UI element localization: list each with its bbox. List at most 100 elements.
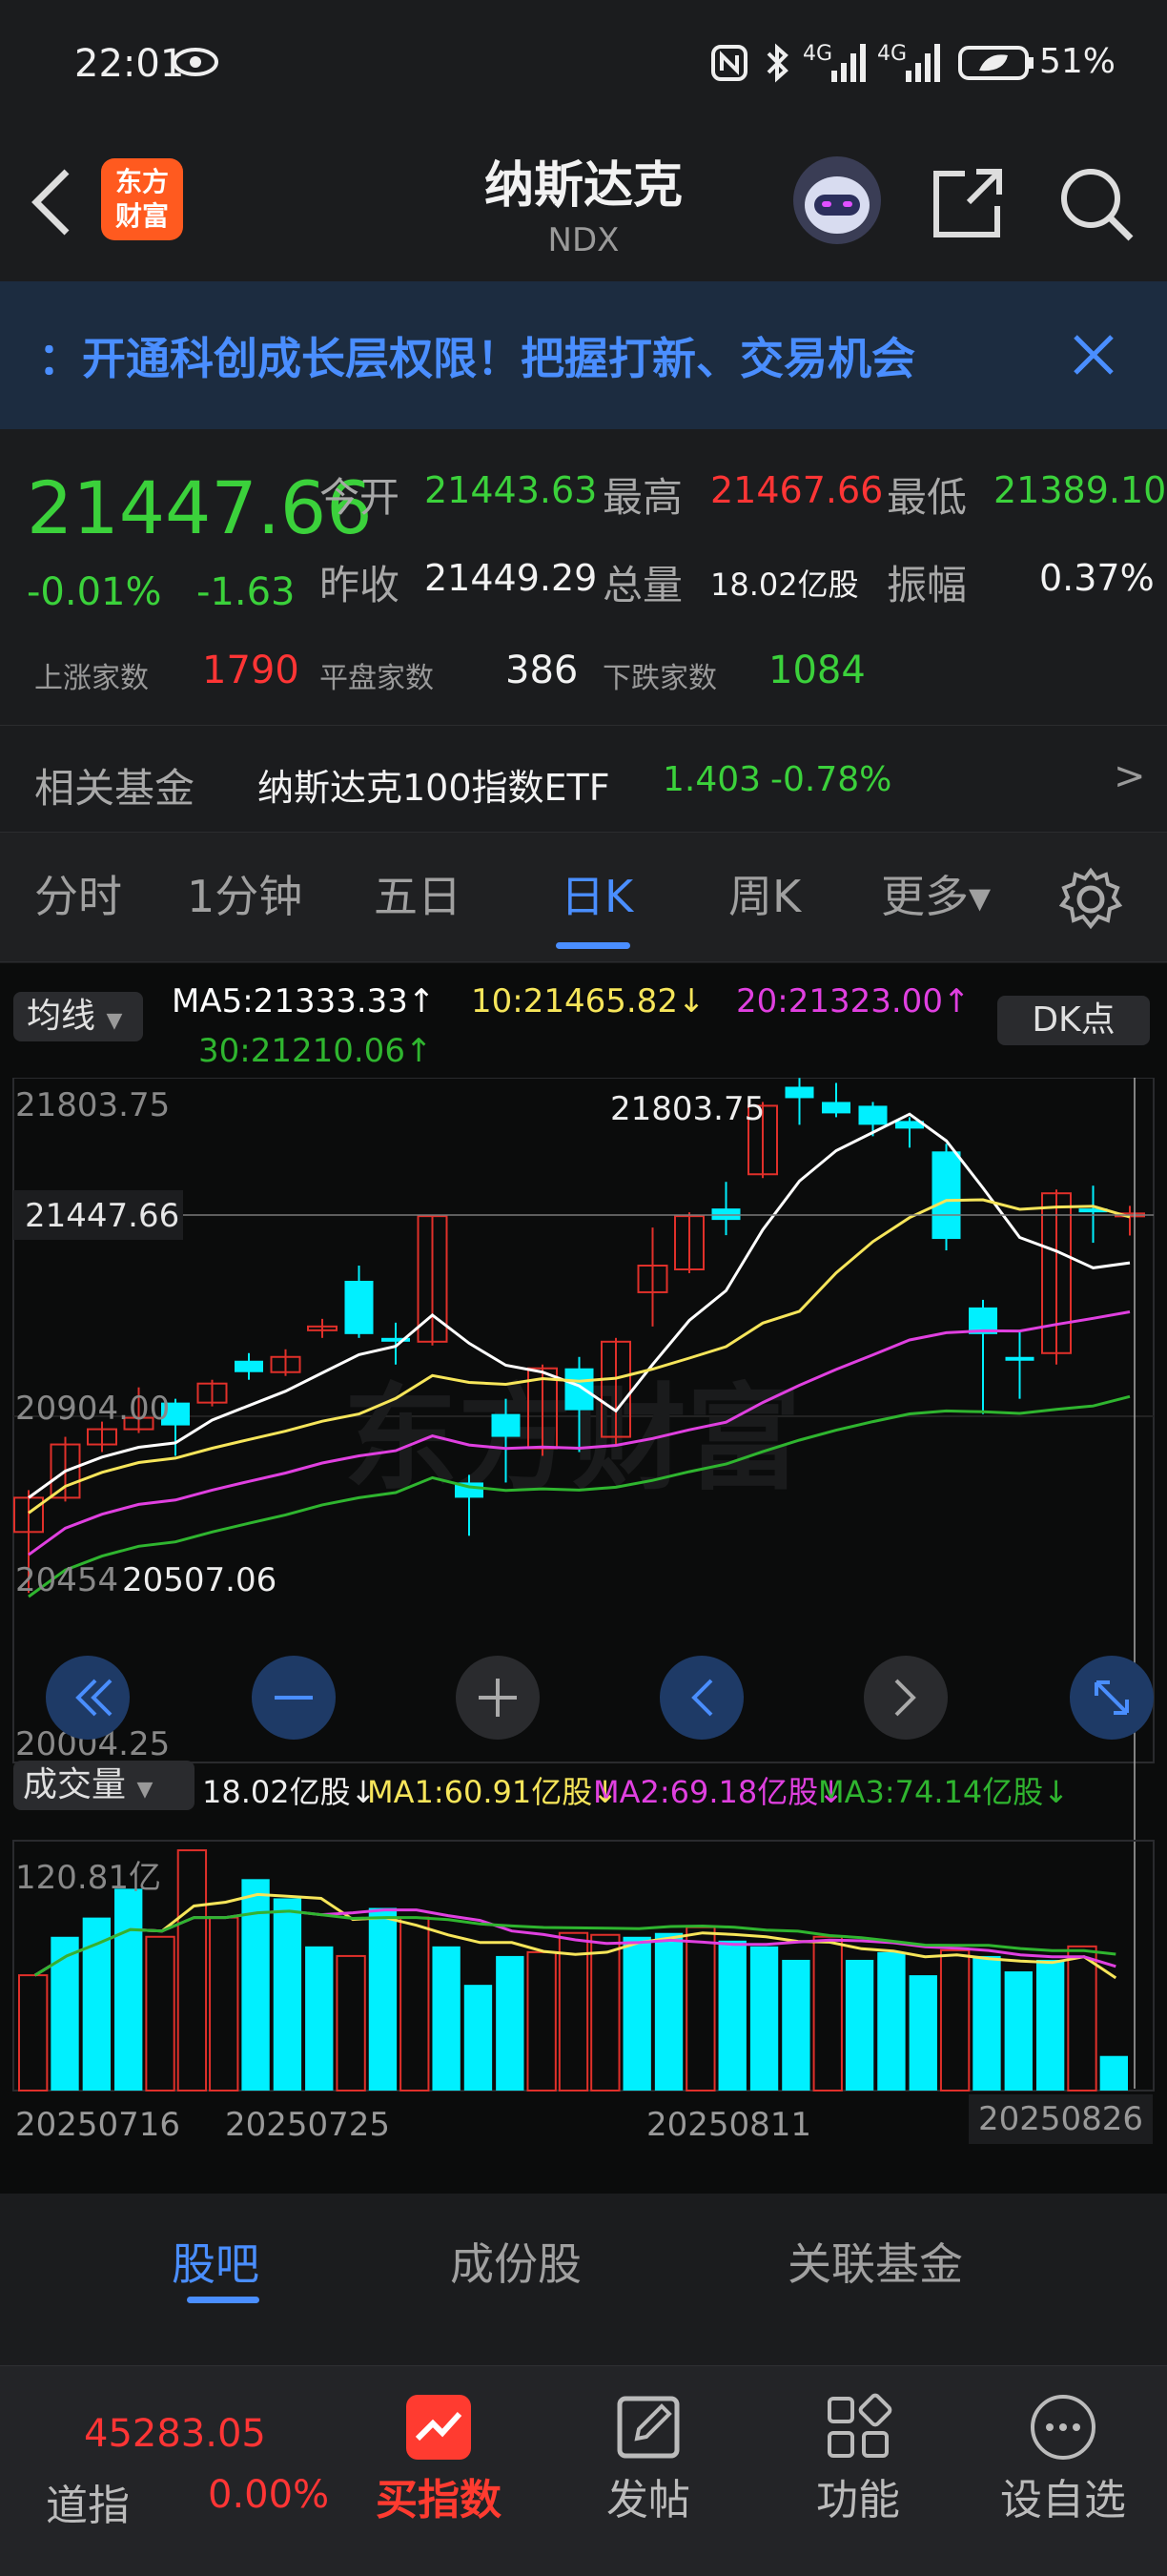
scroll-left-button[interactable] — [660, 1656, 744, 1740]
search-icon[interactable] — [1054, 162, 1136, 244]
prev-close-label: 昨收 — [319, 562, 400, 608]
scroll-left-fast-button[interactable] — [46, 1656, 130, 1740]
fullscreen-button[interactable] — [1070, 1656, 1154, 1740]
kline-svg[interactable]: 东方财富 21803.75 21447.66 20904.00 20454 20… — [0, 1078, 1167, 2203]
ma-selector-label: 均线 — [27, 997, 96, 1036]
ticker-name: 道指 — [46, 2482, 130, 2530]
grid-icon — [828, 2393, 892, 2458]
volume-bar — [1004, 1971, 1033, 2091]
volume-bar — [972, 1955, 1001, 2091]
tab-guba[interactable]: 股吧 — [172, 2230, 259, 2293]
candle-body — [822, 1102, 850, 1114]
edit-icon — [617, 2396, 680, 2459]
eye-icon — [173, 48, 218, 76]
scroll-right-button[interactable] — [864, 1656, 948, 1740]
tab-weekly-k[interactable]: 周K — [728, 833, 801, 961]
fund-price: 1.403 — [663, 760, 762, 799]
buy-index-button[interactable]: 买指数 — [367, 2389, 510, 2561]
battery-icon — [958, 46, 1034, 80]
functions-button[interactable]: 功能 — [791, 2389, 925, 2561]
bluetooth-icon — [767, 43, 788, 83]
volume-bar — [909, 1975, 937, 2091]
tab-more[interactable]: 更多▾ — [881, 833, 991, 961]
signal-icon — [831, 44, 866, 82]
zoom-in-button[interactable] — [456, 1656, 540, 1740]
volume-bar — [877, 1951, 906, 2091]
post-label: 发帖 — [606, 2476, 690, 2524]
tab-intraday[interactable]: 分时 — [34, 833, 122, 961]
more-circle-icon — [1031, 2395, 1095, 2460]
signal-icon-2 — [906, 44, 940, 82]
status-bar: 22:01 4G 4G 51% — [0, 0, 1167, 134]
promo-banner[interactable]: ：开通科创成长层权限！把握打新、交易机会 — [0, 281, 1167, 429]
volume-axis-top: 120.81亿 — [15, 1859, 161, 1897]
logo-line-2: 财富 — [114, 200, 169, 232]
add-watchlist-button[interactable]: 设自选 — [982, 2389, 1144, 2561]
axis-mid-label: 20904.00 — [15, 1390, 170, 1428]
status-time: 22:01 — [74, 42, 185, 86]
volume-bar — [241, 1879, 270, 2091]
date-label-3: 20250811 — [646, 2106, 812, 2144]
volume-label: 总量 — [603, 562, 684, 608]
zoom-out-button[interactable] — [252, 1656, 336, 1740]
volume-value: 18.02亿股 — [710, 567, 859, 603]
battery-level: 51% — [1039, 42, 1116, 81]
volume-bar — [558, 1931, 589, 2092]
volume-current: 18.02亿股↓ — [202, 1774, 377, 1810]
volume-bar — [209, 1916, 239, 2092]
candle-body — [785, 1086, 814, 1099]
volume-selector-label: 成交量 — [23, 1765, 127, 1804]
volume-ma-lines — [33, 1892, 1117, 1980]
volume-bar — [1035, 1959, 1065, 2091]
volume-bar — [939, 1948, 971, 2092]
kline-chart-area: 均线 ▼ MA5:21333.33↑ 10:21465.82↓ 20:21323… — [0, 963, 1167, 2194]
ticker-value: 45283.05 — [84, 2412, 266, 2456]
tab-1min[interactable]: 1分钟 — [187, 833, 302, 961]
ma10-value: 10:21465.82↓ — [471, 982, 706, 1020]
close-icon[interactable] — [1070, 331, 1117, 379]
volume-bar — [590, 1933, 621, 2092]
date-label-2: 20250725 — [225, 2106, 391, 2144]
candles-group — [13, 1078, 1145, 1594]
change-pct: -0.01% — [27, 570, 162, 614]
decliners-value: 1084 — [768, 649, 866, 692]
unchanged-value: 386 — [505, 649, 579, 692]
share-icon[interactable] — [927, 162, 1009, 244]
date-label-1: 20250716 — [15, 2106, 181, 2144]
fund-name: 纳斯达克100指数ETF — [257, 767, 610, 809]
robot-assistant-icon[interactable] — [789, 153, 885, 248]
post-button[interactable]: 发帖 — [582, 2389, 715, 2561]
volume-bar — [496, 1955, 524, 2091]
ticker-change: 0.00% — [208, 2473, 330, 2517]
fund-change: -0.78% — [770, 760, 892, 799]
tab-related-funds[interactable]: 关联基金 — [788, 2230, 963, 2293]
back-icon[interactable] — [27, 164, 74, 240]
ma-selector[interactable]: 均线 ▼ — [13, 992, 143, 1041]
ma5-value: MA5:21333.33↑ — [172, 982, 436, 1020]
gear-icon[interactable] — [1058, 867, 1123, 932]
volume-bar — [18, 1974, 49, 2092]
volume-bar — [526, 1950, 557, 2092]
nfc-icon — [711, 45, 747, 81]
network-label: 4G — [803, 42, 833, 66]
trend-up-icon — [406, 2395, 471, 2460]
dk-point-button[interactable]: DK点 — [997, 996, 1150, 1045]
volume-bars-group — [18, 1849, 1128, 2092]
app-header: 东方 财富 纳斯达克 NDX — [0, 134, 1167, 281]
open-label: 今开 — [319, 474, 400, 521]
app-logo[interactable]: 东方 财富 — [101, 158, 183, 240]
tab-5day[interactable]: 五日 — [374, 833, 461, 961]
volume-selector[interactable]: 成交量 ▼ — [13, 1761, 194, 1810]
tab-components[interactable]: 成份股 — [450, 2230, 582, 2293]
dow-jones-ticker[interactable]: 45283.05 道指 0.00% — [0, 2366, 343, 2576]
banner-text: ：开通科创成长层权限！把握打新、交易机会 — [38, 333, 915, 384]
fund-label: 相关基金 — [34, 765, 195, 812]
caret-down-icon: ▼ — [106, 1009, 123, 1033]
volume-bar — [368, 1907, 398, 2091]
add-watchlist-label: 设自选 — [1000, 2476, 1126, 2524]
volume-bar — [305, 1946, 334, 2091]
volume-bar — [812, 1935, 843, 2092]
related-fund-row[interactable]: 相关基金 纳斯达克100指数ETF 1.403 -0.78% > — [0, 725, 1167, 831]
volume-ma2: MA2:69.18亿股↓ — [593, 1774, 845, 1810]
subtab-indicator — [187, 2297, 259, 2303]
